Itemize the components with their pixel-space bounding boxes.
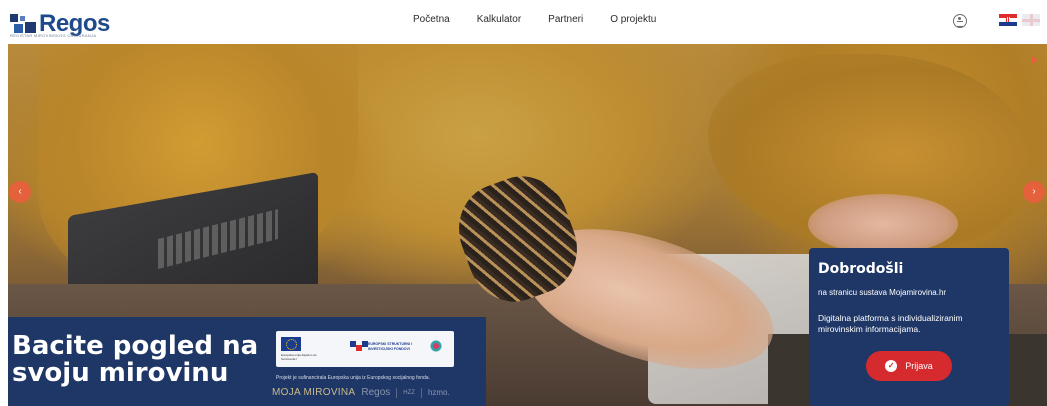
promo-banner: Bacite pogled na svoju mirovinu Europska… [8,317,486,406]
header: Regos REGISTAR MIROVINSKOG OSIGURANJA Po… [0,0,1047,44]
logo-subtitle: REGISTAR MIROVINSKOG OSIGURANJA [10,33,97,38]
promo-title: Bacite pogled na svoju mirovinu [12,331,259,388]
croatian-flag-icon[interactable] [999,14,1017,26]
welcome-subtitle: na stranicu sustava Mojamirovina.hr [818,288,947,297]
eu-flag-icon [281,337,301,351]
hzz-logo: HZZ [403,389,415,396]
partner-logos: MOJA MIROVINA Regos HZZ hzmo. [272,387,450,398]
login-button[interactable]: ✓ Prijava [866,351,952,381]
slider-prev-button[interactable]: ‹ [9,181,31,203]
eu-funding-banner: Europska unija Zajedno do fondova EU EUR… [276,331,454,367]
nav-kalkulator[interactable]: Kalkulator [477,14,521,25]
main-nav: Početna Kalkulator Partneri O projektu [413,14,683,25]
program-logo-icon [428,336,444,356]
login-button-label: Prijava [905,361,933,371]
welcome-card: Dobrodošli na stranicu sustava Mojamirov… [809,248,1009,406]
regos-small-logo: Regos [361,387,391,398]
moja-mirovina-logo: MOJA MIROVINA [272,387,356,398]
promo-caption: Projekt je sufinancirala Europska unija … [276,375,430,381]
check-circle-icon: ✓ [885,360,898,372]
nav-partneri[interactable]: Partneri [548,14,583,25]
esf-text: EUROPSKI STRUKTURNI I INVESTICIJSKI FOND… [368,342,412,351]
hzmo-logo: hzmo. [427,388,450,397]
nav-pocetna[interactable]: Početna [413,14,450,25]
logo-divider [396,387,398,398]
regos-logo[interactable]: Regos [10,6,110,36]
english-flag-icon[interactable] [1022,14,1040,26]
play-icon[interactable] [1032,56,1038,64]
esf-logo-icon [350,341,356,347]
welcome-description: Digitalna platforma s individualiziranim… [818,313,963,334]
slider-next-button[interactable]: › [1023,181,1045,203]
eu-text: Europska unija Zajedno do fondova EU [281,353,317,361]
welcome-title: Dobrodošli [818,261,904,277]
accessibility-icon[interactable] [953,14,967,28]
nav-o-projektu[interactable]: O projektu [610,14,656,25]
